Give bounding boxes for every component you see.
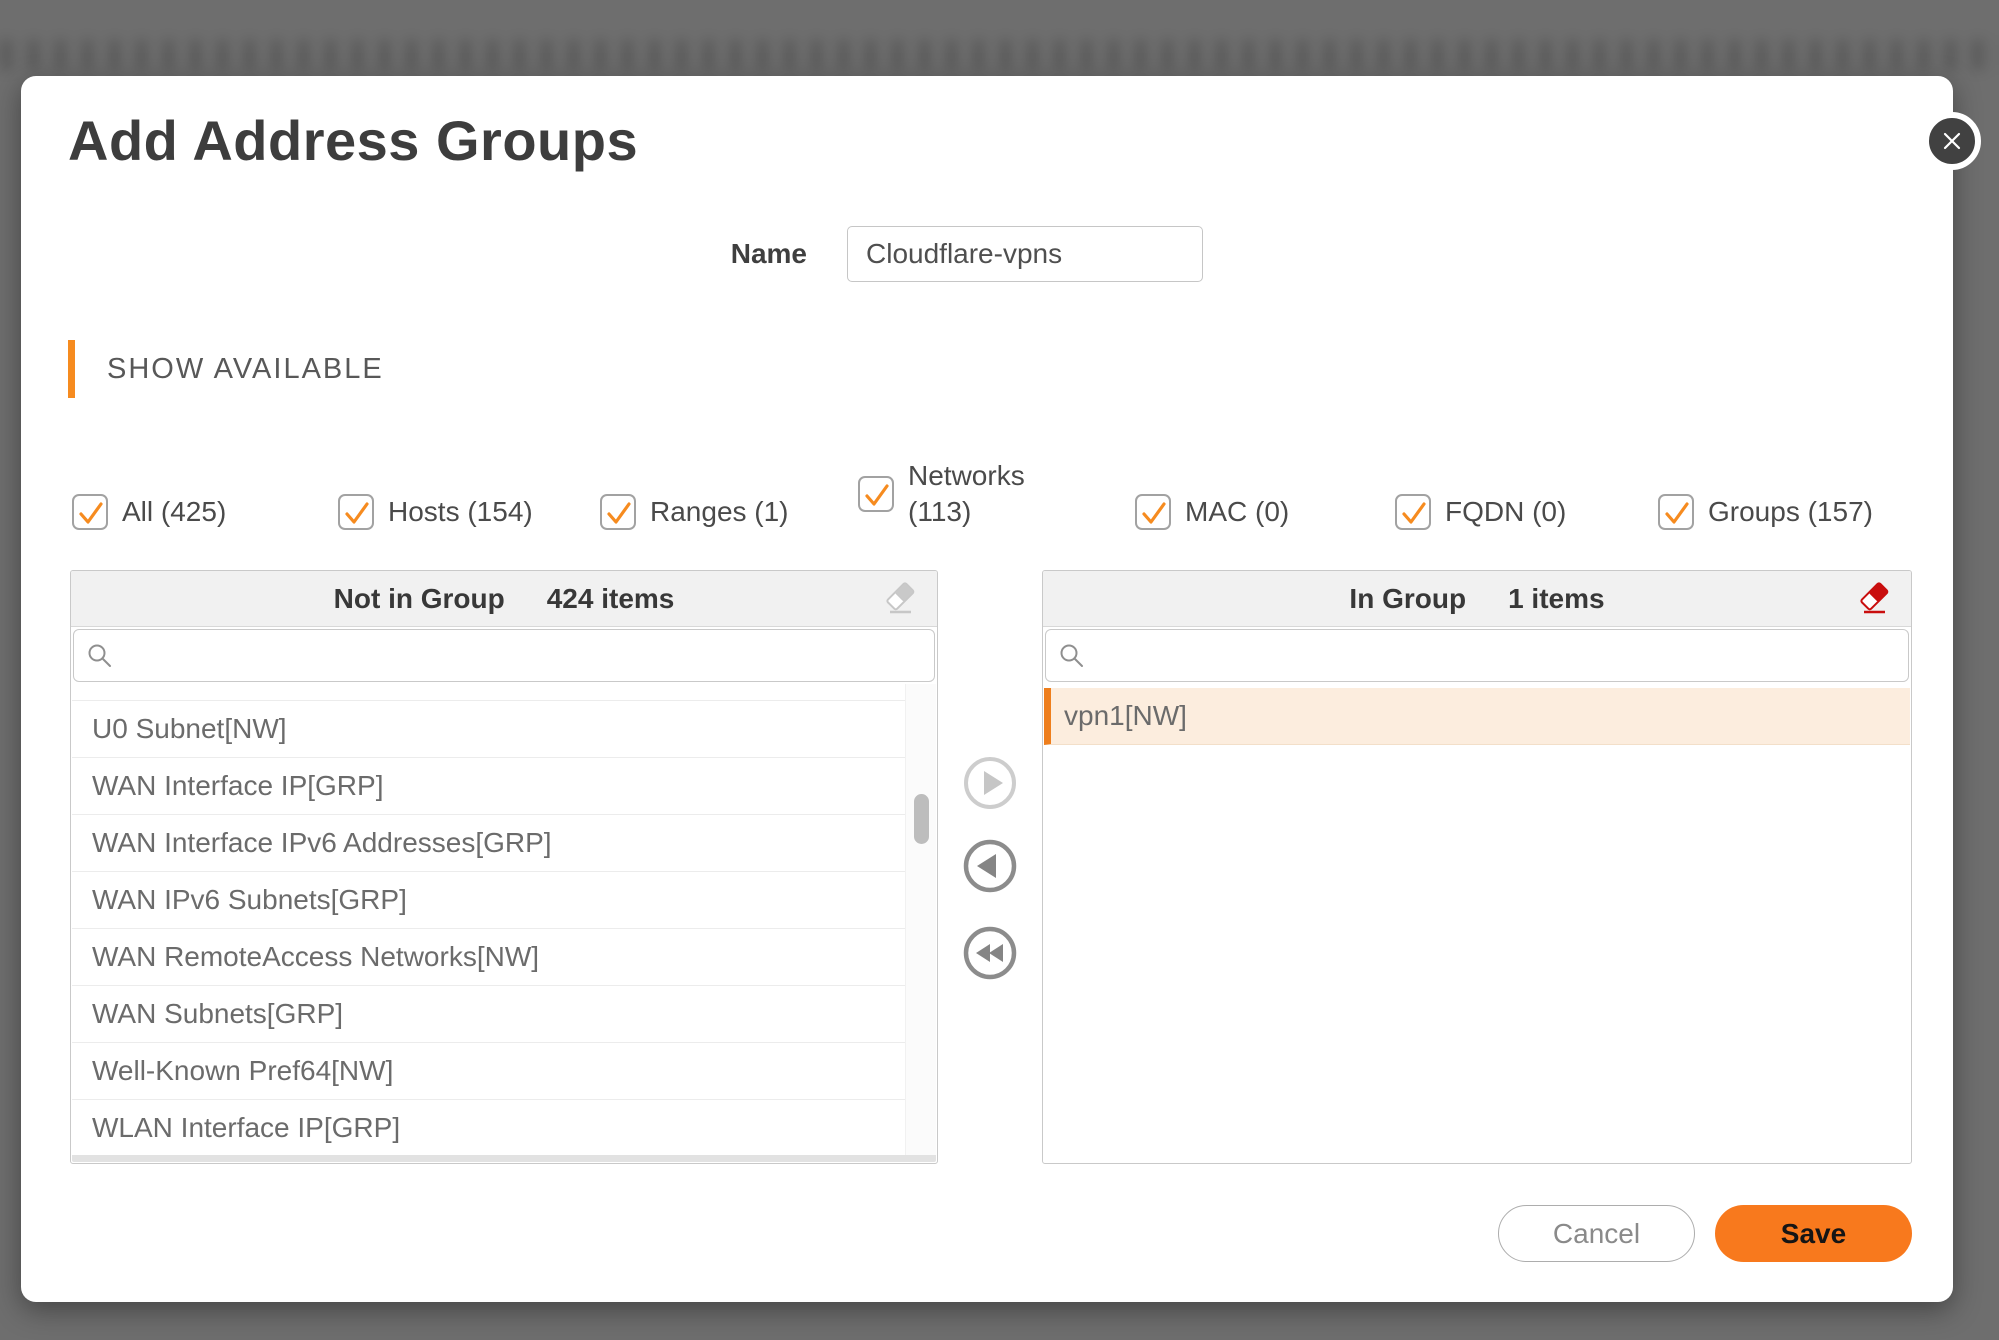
type-filter-checkbox-item[interactable]: All (425) [72, 476, 226, 548]
add-address-groups-dialog: Add Address Groups Name SHOW AVAILABLE A… [21, 76, 1953, 1302]
checkbox-checked-icon[interactable] [1395, 494, 1431, 530]
list-item[interactable]: WAN Interface IPv6 Addresses[GRP] [72, 815, 936, 872]
clear-selection-button[interactable] [1857, 581, 1893, 617]
filter-label: Groups (157) [1708, 494, 1873, 530]
type-filter-checkbox-item[interactable]: Networks (113) [858, 458, 1028, 530]
vertical-scrollbar-track[interactable] [905, 684, 936, 1155]
checkmark-icon [1137, 496, 1169, 528]
filter-row: All (425) Hosts (154) Ranges (1) Network… [21, 476, 1953, 548]
clear-selection-button[interactable] [883, 581, 919, 617]
filter-label: MAC (0) [1185, 494, 1289, 530]
panel-item-count: 1 items [1508, 583, 1605, 615]
checkmark-icon [1660, 496, 1692, 528]
filter-label: Networks (113) [908, 458, 1028, 530]
search-input[interactable] [1045, 629, 1909, 682]
list-item[interactable]: U0 Subnet[NW] [72, 701, 936, 758]
save-button[interactable]: Save [1715, 1205, 1912, 1262]
close-button[interactable] [1923, 112, 1981, 170]
checkmark-icon [602, 496, 634, 528]
in-group-search [1045, 629, 1909, 682]
checkmark-icon [340, 496, 372, 528]
type-filter-checkbox-item[interactable]: MAC (0) [1135, 476, 1289, 548]
in-group-header: In Group 1 items [1043, 571, 1911, 627]
not-in-group-search [73, 629, 935, 682]
checkmark-icon [860, 478, 892, 510]
list-item[interactable]: vpn1[NW] [1044, 688, 1910, 745]
move-left-button[interactable] [963, 839, 1017, 893]
screen: Add Address Groups Name SHOW AVAILABLE A… [0, 0, 1999, 1340]
checkmark-icon [1397, 496, 1429, 528]
eraser-icon [1857, 581, 1893, 617]
checkbox-checked-icon[interactable] [858, 476, 894, 512]
arrow-left-icon [963, 839, 1017, 893]
list-item[interactable]: WLAN Interface IP[GRP] [72, 1100, 936, 1155]
search-input[interactable] [73, 629, 935, 682]
filter-label: FQDN (0) [1445, 494, 1566, 530]
list-item[interactable]: WAN Subnets[GRP] [72, 986, 936, 1043]
name-input[interactable] [847, 226, 1203, 282]
panel-item-count: 424 items [547, 583, 675, 615]
filter-label: Ranges (1) [650, 494, 789, 530]
list-item[interactable]: WAN RemoteAccess Networks[NW] [72, 929, 936, 986]
move-all-left-button[interactable] [963, 926, 1017, 980]
type-filter-checkbox-item[interactable]: Hosts (154) [338, 476, 533, 548]
close-icon [1941, 130, 1963, 152]
not-in-group-header: Not in Group 424 items [71, 571, 937, 627]
checkbox-checked-icon[interactable] [338, 494, 374, 530]
panel-title: In Group [1349, 583, 1466, 615]
list-item[interactable]: WAN IPv6 Subnets[GRP] [72, 872, 936, 929]
panel-title: Not in Group [334, 583, 505, 615]
name-field-label: Name [627, 226, 807, 282]
list-item[interactable]: Well-Known Pref64[NW] [72, 1043, 936, 1100]
eraser-icon [883, 581, 919, 617]
show-available-heading: SHOW AVAILABLE [107, 340, 384, 398]
in-group-panel: In Group 1 items [1042, 570, 1912, 1164]
checkmark-icon [74, 496, 106, 528]
type-filter-checkbox-item[interactable]: Ranges (1) [600, 476, 789, 548]
type-filter-checkbox-item[interactable]: Groups (157) [1658, 476, 1873, 548]
cancel-button[interactable]: Cancel [1498, 1205, 1695, 1262]
vertical-scrollbar-thumb[interactable] [914, 794, 929, 844]
list-item[interactable]: WAN Interface IP[GRP] [72, 758, 936, 815]
checkbox-checked-icon[interactable] [1658, 494, 1694, 530]
filter-label: All (425) [122, 494, 226, 530]
page-title: Add Address Groups [68, 108, 638, 173]
section-accent-bar [68, 340, 75, 398]
partial-scrolled-row [72, 683, 936, 701]
move-right-button[interactable] [963, 756, 1017, 810]
arrow-right-icon [963, 756, 1017, 810]
not-in-group-panel: Not in Group 424 items [70, 570, 938, 1164]
filter-label: Hosts (154) [388, 494, 533, 530]
occluded-page-behind-overlay [0, 40, 1999, 70]
checkbox-checked-icon[interactable] [72, 494, 108, 530]
checkbox-checked-icon[interactable] [600, 494, 636, 530]
horizontal-scrollbar-track[interactable] [72, 1155, 936, 1162]
checkbox-checked-icon[interactable] [1135, 494, 1171, 530]
in-group-list: vpn1[NW] [1044, 688, 1910, 1155]
type-filter-checkbox-item[interactable]: FQDN (0) [1395, 476, 1566, 548]
not-in-group-list: U0 Subnet[NW]WAN Interface IP[GRP]WAN In… [72, 683, 936, 1155]
double-arrow-left-icon [963, 926, 1017, 980]
